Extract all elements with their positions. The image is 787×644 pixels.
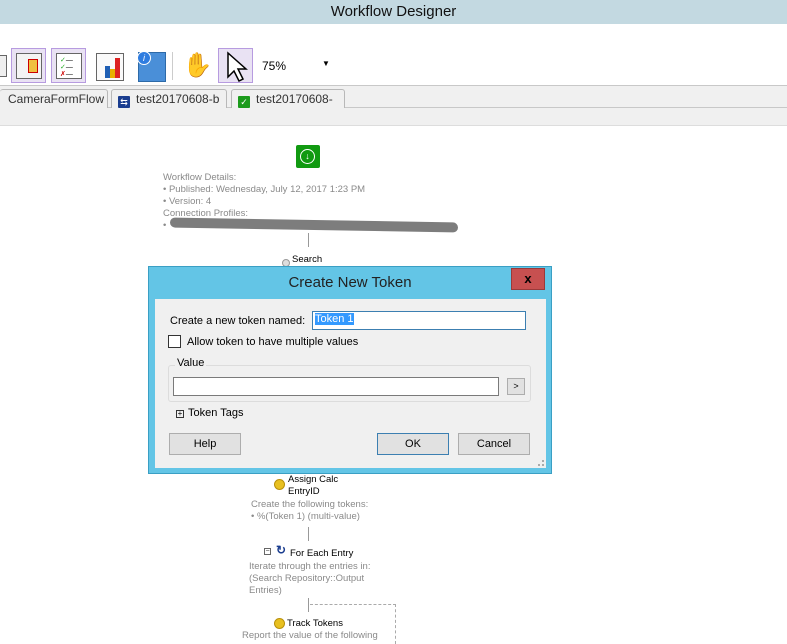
track-desc: Report the value of the following <box>242 630 378 641</box>
tab-label: test20170608-b <box>136 92 220 106</box>
zoom-value: 75% <box>262 59 287 73</box>
version: • Version: 4 <box>163 196 212 207</box>
workflow-properties-button[interactable]: i <box>133 48 168 83</box>
connector-line <box>308 527 309 541</box>
collapse-icon[interactable]: − <box>264 548 271 555</box>
tab-cameraformflow[interactable]: CameraFormFlow <box>0 89 108 108</box>
canvas-header-strip <box>0 108 787 126</box>
ok-button[interactable]: OK <box>377 433 449 455</box>
checklist-view-button[interactable]: ✓— ✓— ✗— <box>51 48 86 83</box>
zoom-select[interactable]: 75% ▼ <box>262 59 332 73</box>
dialog-title: Create New Token <box>288 274 412 291</box>
foreach-desc-3: Entries) <box>249 585 282 596</box>
assign-desc-1: Create the following tokens: <box>251 499 369 510</box>
start-icon[interactable]: ↓ <box>296 145 320 168</box>
foreach-step-title[interactable]: For Each Entry <box>290 548 353 559</box>
assign-desc-2: • %(Token 1) (multi-value) <box>251 511 360 522</box>
tab-test20170608-c[interactable]: ✓test20170608-c <box>231 89 345 124</box>
resize-grip-icon[interactable] <box>538 460 544 466</box>
layout-view-button[interactable] <box>11 48 46 83</box>
multiple-values-label: Allow token to have multiple values <box>187 336 359 348</box>
sync-icon: ⇆ <box>118 96 130 108</box>
tab-label: CameraFormFlow <box>8 92 105 106</box>
help-button[interactable]: Help <box>169 433 241 455</box>
assign-step-title-2[interactable]: EntryID <box>288 486 320 497</box>
token-tags-toggle[interactable]: Token Tags <box>188 407 243 419</box>
loop-icon: ↻ <box>276 543 287 557</box>
expand-icon[interactable]: + <box>176 410 184 418</box>
info-icon: i <box>137 51 166 82</box>
profile-bullet: • <box>163 220 167 231</box>
token-name-label: Create a new token named: <box>170 315 306 327</box>
assign-step-title-1[interactable]: Assign Calc <box>288 474 338 485</box>
dialog-body: Create a new token named: Token 1 Allow … <box>155 299 546 468</box>
document-tabs: CameraFormFlow ⇆ test20170608-b ✓ test2017… <box>0 86 787 124</box>
track-step-title[interactable]: Track Tokens <box>287 618 343 629</box>
search-step-title[interactable]: Search <box>292 254 322 265</box>
toolbar: ✓— ✓— ✗— i ✋ 75% ▼ <box>0 24 787 86</box>
pointer-select-button[interactable] <box>218 48 253 83</box>
value-group-label: Value <box>175 357 207 369</box>
cursor-arrow-icon <box>227 51 248 83</box>
token-name-value: Token 1 <box>315 313 354 325</box>
connector-line <box>308 598 309 612</box>
reports-button[interactable] <box>91 48 126 83</box>
workflow-details-title: Workflow Details: <box>163 172 237 183</box>
published-date: • Published: Wednesday, July 12, 2017 1:… <box>163 184 366 195</box>
cancel-button[interactable]: Cancel <box>458 433 530 455</box>
redaction-scribble <box>170 217 458 233</box>
foreach-desc-2: (Search Repository::Output <box>249 573 365 584</box>
assign-token-icon <box>274 479 285 490</box>
value-browse-button[interactable]: > <box>507 378 525 395</box>
tab-test20170608-b[interactable]: ⇆ test20170608-b <box>111 89 227 108</box>
diagram-icon <box>16 53 42 79</box>
check-icon: ✓ <box>238 96 250 108</box>
hand-icon: ✋ <box>182 52 213 79</box>
window-title: Workflow Designer <box>0 0 787 24</box>
track-tokens-icon <box>274 618 285 629</box>
value-input[interactable] <box>173 377 499 396</box>
connector-line <box>308 233 309 247</box>
bar-chart-icon <box>96 53 124 81</box>
token-name-input[interactable]: Token 1 <box>312 311 526 330</box>
foreach-desc-1: Iterate through the entries in: <box>249 561 371 572</box>
close-button[interactable]: x <box>511 268 545 290</box>
hand-pan-button[interactable]: ✋ <box>180 48 215 83</box>
create-token-dialog: Create New Token x Create a new token na… <box>148 266 552 474</box>
toolbar-separator <box>172 52 173 80</box>
multiple-values-checkbox[interactable] <box>168 335 181 348</box>
checklist-icon: ✓— ✓— ✗— <box>56 53 82 79</box>
chevron-down-icon: ▼ <box>322 59 330 68</box>
